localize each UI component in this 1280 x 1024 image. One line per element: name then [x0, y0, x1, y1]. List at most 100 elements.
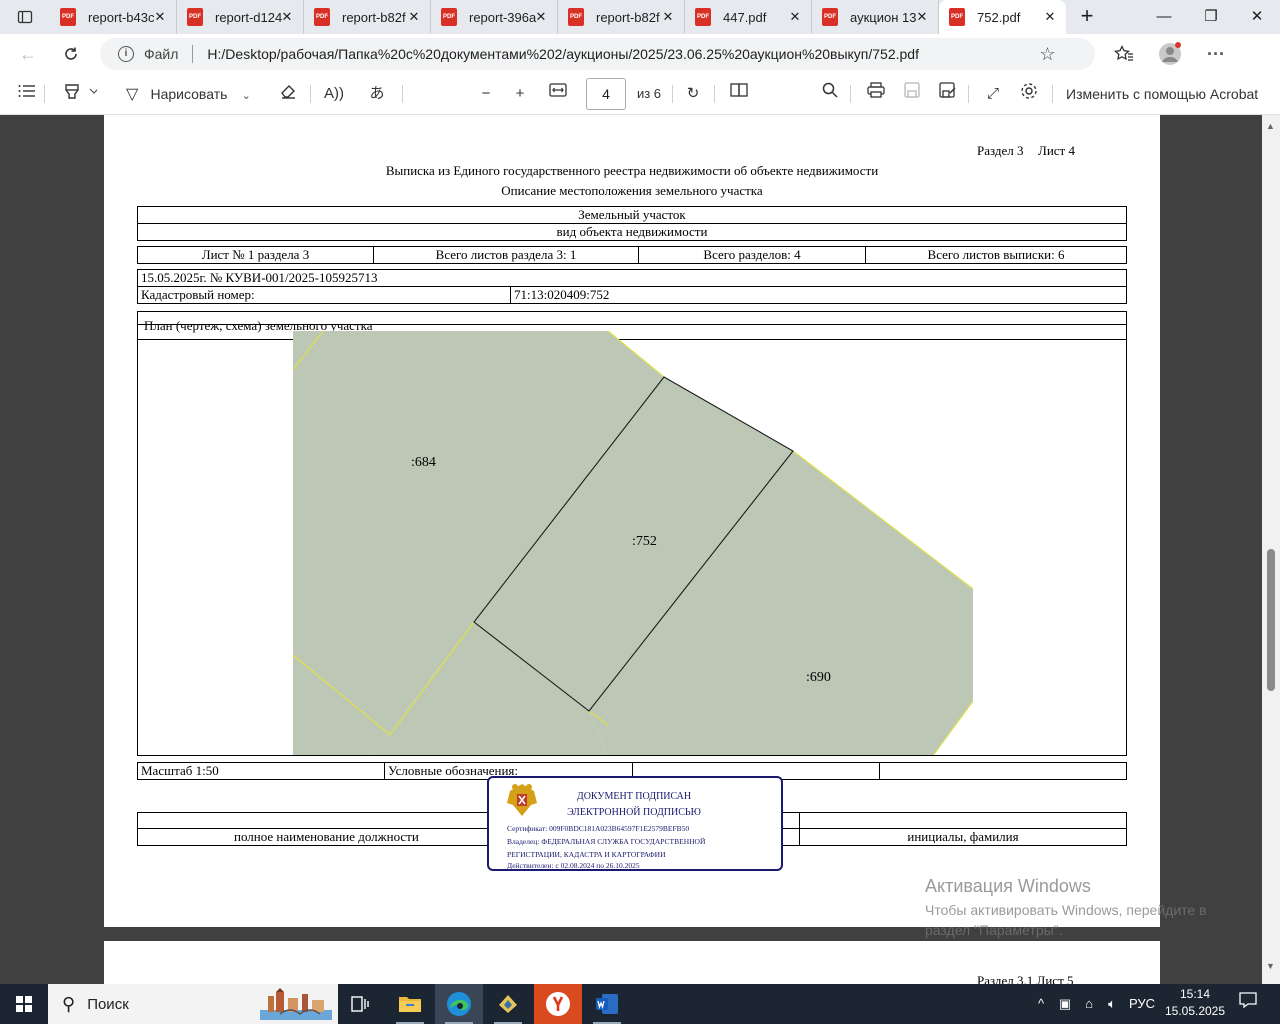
volume-icon[interactable]: 🔈︎ [1100, 984, 1124, 1024]
zoom-in-button[interactable]: + [508, 82, 532, 106]
taskbar-search[interactable]: ⚲ Поиск [48, 984, 338, 1024]
signature-stamp: ДОКУМЕНТ ПОДПИСАН ЭЛЕКТРОННОЙ ПОДПИСЬЮ С… [487, 776, 783, 871]
close-tab-icon[interactable]: ✕ [787, 9, 803, 25]
task-view-button[interactable] [336, 984, 384, 1024]
network-icon[interactable]: ⌂ [1078, 984, 1100, 1024]
vertical-scrollbar[interactable]: ▲ ▼ [1262, 115, 1280, 984]
reload-button[interactable] [55, 38, 87, 70]
pdf-file-icon: PDF [695, 8, 711, 26]
close-tab-icon[interactable]: ✕ [279, 9, 295, 25]
rotate-button[interactable]: ↻ [681, 82, 705, 106]
scrollbar-thumb[interactable] [1267, 549, 1275, 691]
notifications-button[interactable] [1234, 984, 1262, 1024]
omnibox[interactable]: i Файл H:/Desktop/рабочая/Папка%20с%20до… [100, 38, 1095, 70]
page-view-button[interactable] [727, 82, 751, 106]
tray-overflow-button[interactable]: ^ [1030, 984, 1052, 1024]
favorite-star-icon[interactable]: ☆ [1037, 44, 1057, 65]
reload-icon [65, 47, 77, 60]
total-sections: Всего разделов: 4 [638, 246, 866, 264]
close-tab-icon[interactable]: ✕ [406, 9, 422, 25]
more-menu-button[interactable]: ··· [1200, 38, 1232, 70]
favorites-button[interactable] [1108, 38, 1140, 70]
fit-width-button[interactable] [545, 82, 571, 106]
contents-button[interactable] [14, 82, 40, 106]
browser-tab[interactable]: PDF report-b82f ✕ [558, 0, 685, 34]
document-title: Выписка из Единого государственного реес… [385, 163, 879, 178]
language-indicator[interactable]: РУС [1124, 984, 1160, 1024]
pdf-toolbar: ▽ Нарисовать ⌄ A)) あ − + 4 из 6 ↻ ⤢ Изме… [0, 74, 1280, 115]
draw-button[interactable]: ▽ Нарисовать ⌄ [126, 82, 266, 106]
gear-icon [1021, 83, 1037, 99]
browser-tab[interactable]: PDF report-d124 ✕ [177, 0, 304, 34]
maximize-button[interactable]: ❐ [1188, 0, 1234, 34]
tab-bar: PDF report-b43c ✕ PDF report-d124 ✕ PDF report-… [0, 0, 1280, 34]
highlight-button[interactable] [58, 82, 102, 106]
back-button[interactable]: ← [12, 38, 44, 70]
close-tab-icon[interactable]: ✕ [660, 9, 676, 25]
search-label: Поиск [87, 995, 129, 1013]
stamp-line1: ДОКУМЕНТ ПОДПИСАН [576, 791, 692, 802]
url-text[interactable]: H:/Desktop/рабочая/Папка%20с%20документа… [207, 46, 1037, 62]
tab-actions-icon [17, 10, 33, 24]
browser-tab[interactable]: PDF report-b82f ✕ [304, 0, 431, 34]
explorer-app[interactable] [386, 984, 434, 1024]
scroll-up-icon[interactable]: ▲ [1266, 121, 1275, 131]
pdf-page-next: Раздел 3.1 Лист 5 [104, 941, 1160, 984]
translate-button[interactable]: あ [364, 82, 390, 106]
tab-label: report-d124 [215, 9, 283, 25]
fullscreen-button[interactable]: ⤢ [981, 82, 1005, 106]
read-aloud-icon: A)) [324, 85, 344, 102]
info-icon[interactable]: i [118, 46, 134, 62]
meet-now-icon[interactable]: ▣ [1054, 984, 1076, 1024]
start-button[interactable] [0, 984, 48, 1024]
close-tab-icon[interactable]: ✕ [152, 9, 168, 25]
total-sheets-extract: Всего листов выписки: 6 [865, 246, 1127, 264]
eraser-button[interactable] [276, 82, 300, 106]
save-button[interactable] [900, 82, 924, 106]
profile-button[interactable] [1154, 38, 1186, 70]
clock[interactable]: 15:14 15.05.2025 [1160, 986, 1230, 1020]
browser-tab[interactable]: PDF report-396a ✕ [431, 0, 558, 34]
printer-icon [867, 82, 885, 98]
plan-drawing: :684 :752 :690 [137, 324, 1127, 756]
tab-actions-button[interactable] [0, 0, 50, 34]
settings-button[interactable] [1017, 82, 1041, 106]
stamp-owner1: Владелец: ФЕДЕРАЛЬНАЯ СЛУЖБА ГОСУДАРСТВЕ… [507, 837, 706, 846]
search-highlight-illustration [260, 988, 332, 1020]
word-app[interactable] [583, 984, 631, 1024]
close-tab-icon[interactable]: ✕ [1042, 9, 1058, 25]
yandex-browser-app[interactable] [534, 984, 582, 1024]
toolbar-separator [44, 85, 45, 103]
browser-tab[interactable]: PDF 447.pdf ✕ [685, 0, 812, 34]
app-pinned[interactable] [484, 984, 532, 1024]
eraser-icon [281, 85, 295, 99]
draw-icon: ▽ [126, 86, 139, 103]
pdf-viewport: Раздел 3 Лист 4 Выписка из Единого госуд… [0, 115, 1262, 984]
fit-width-icon [549, 83, 567, 97]
object-type-caption: вид объекта недвижимости [137, 223, 1127, 241]
page-number-input[interactable]: 4 [586, 78, 626, 110]
zoom-out-button[interactable]: − [474, 82, 498, 106]
avatar-icon [1159, 42, 1181, 65]
label-684: :684 [411, 455, 436, 470]
scroll-down-icon[interactable]: ▼ [1266, 961, 1275, 971]
yandex-icon [546, 992, 570, 1016]
edge-app[interactable] [435, 984, 483, 1024]
browser-tab[interactable]: PDF 752.pdf ✕ [939, 0, 1066, 34]
close-window-button[interactable]: ✕ [1234, 0, 1280, 34]
expand-icon: ⤢ [986, 85, 999, 102]
find-button[interactable] [818, 82, 842, 106]
print-button[interactable] [864, 82, 888, 106]
next-page-header: Раздел 3.1 Лист 5 [977, 973, 1074, 984]
read-aloud-button[interactable]: A)) [322, 82, 346, 106]
minimize-button[interactable]: — [1141, 0, 1187, 34]
save-as-button[interactable] [936, 82, 960, 106]
close-tab-icon[interactable]: ✕ [914, 9, 930, 25]
edit-in-acrobat-button[interactable]: Изменить с помощью Acrobat [1066, 82, 1266, 106]
browser-tab[interactable]: PDF report-b43c ✕ [50, 0, 177, 34]
browser-tab[interactable]: PDF аукцион 13 ✕ [812, 0, 939, 34]
page-total: из 6 [636, 86, 662, 101]
new-tab-button[interactable]: + [1070, 0, 1104, 34]
search-icon: ⚲ [62, 993, 76, 1014]
close-tab-icon[interactable]: ✕ [533, 9, 549, 25]
